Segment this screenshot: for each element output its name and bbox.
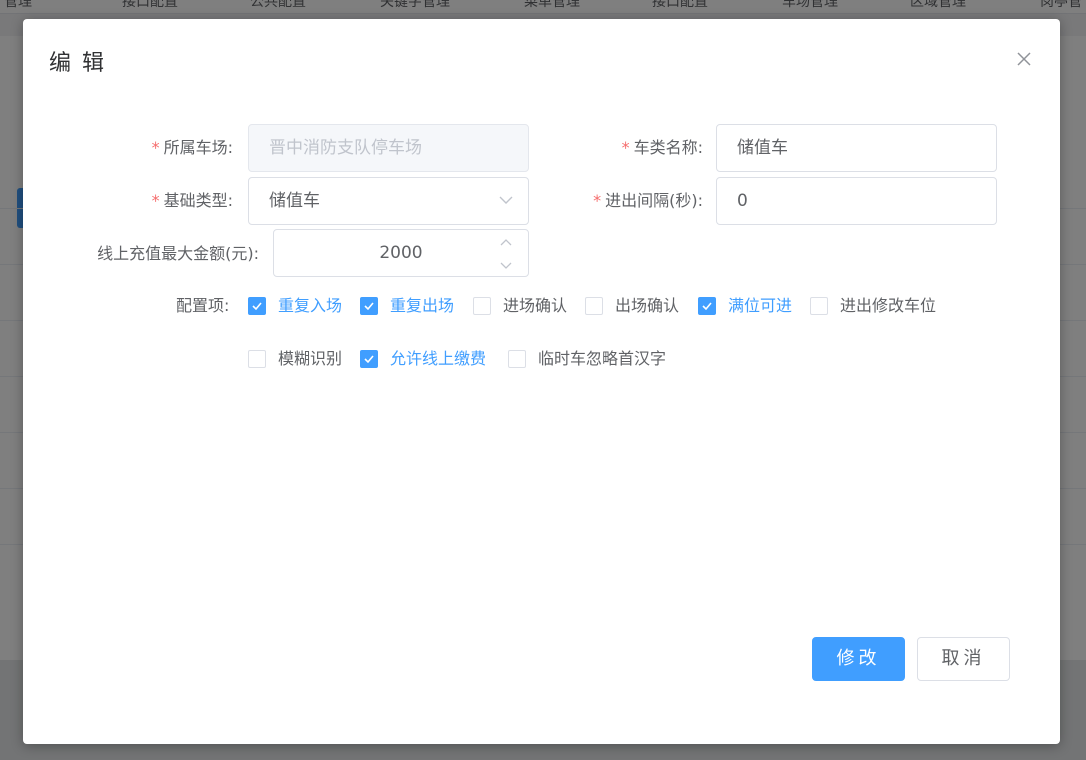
checkbox-label[interactable]: 出场确认 — [615, 294, 679, 318]
check-icon — [702, 302, 712, 311]
cancel-button[interactable]: 取消 — [917, 637, 1010, 681]
base-type-label: * 基础类型: — [151, 191, 233, 210]
checkbox-label[interactable]: 临时车忽略首汉字 — [538, 347, 666, 371]
checkbox-entry-confirm[interactable] — [473, 297, 491, 315]
interval-input[interactable]: 0 — [716, 177, 997, 225]
modify-button[interactable]: 修改 — [812, 637, 905, 681]
check-icon — [364, 302, 374, 311]
checkbox-label[interactable]: 进出修改车位 — [840, 294, 936, 318]
interval-label: * 进出间隔(秒): — [593, 191, 703, 210]
checkbox-label[interactable]: 允许线上缴费 — [390, 347, 486, 371]
check-icon — [252, 302, 262, 311]
check-icon — [364, 355, 374, 364]
edit-dialog: 编 辑 * 所属车场: 晋中消防支队停车场 * 车类名称: 储值车 * 基础类型: 储… — [23, 19, 1060, 744]
checkbox-modify-space[interactable] — [810, 297, 828, 315]
car-type-name-input[interactable]: 储值车 — [716, 124, 997, 172]
dialog-title: 编 辑 — [49, 51, 106, 76]
checkbox-label[interactable]: 模糊识别 — [278, 347, 342, 371]
parking-lot-input: 晋中消防支队停车场 — [248, 124, 529, 172]
stepper-controls[interactable] — [498, 236, 514, 272]
required-mark: * — [621, 138, 630, 157]
parking-lot-label: * 所属车场: — [151, 138, 233, 157]
checkbox-exit-confirm[interactable] — [585, 297, 603, 315]
required-mark: * — [151, 191, 160, 210]
chevron-down-icon — [499, 196, 513, 204]
options-label: 配置项: — [176, 296, 230, 315]
max-recharge-stepper[interactable]: 2000 — [273, 229, 529, 277]
checkbox-label[interactable]: 重复出场 — [390, 294, 454, 318]
car-type-name-label: * 车类名称: — [621, 138, 703, 157]
checkbox-online-payment[interactable] — [360, 350, 378, 368]
checkbox-repeat-entry[interactable] — [248, 297, 266, 315]
checkbox-full-entry[interactable] — [698, 297, 716, 315]
required-mark: * — [593, 191, 602, 210]
max-recharge-label: 线上充值最大金额(元): — [97, 244, 259, 263]
checkbox-fuzzy-recognition[interactable] — [248, 350, 266, 368]
base-type-select[interactable]: 储值车 — [248, 177, 529, 225]
close-icon[interactable] — [1013, 48, 1035, 70]
checkbox-label[interactable]: 重复入场 — [278, 294, 342, 318]
checkbox-ignore-first-char[interactable] — [508, 350, 526, 368]
required-mark: * — [151, 138, 160, 157]
chevron-down-icon[interactable] — [498, 258, 514, 272]
chevron-up-icon[interactable] — [498, 236, 514, 250]
checkbox-label[interactable]: 进场确认 — [503, 294, 567, 318]
checkbox-label[interactable]: 满位可进 — [728, 294, 792, 318]
checkbox-repeat-exit[interactable] — [360, 297, 378, 315]
